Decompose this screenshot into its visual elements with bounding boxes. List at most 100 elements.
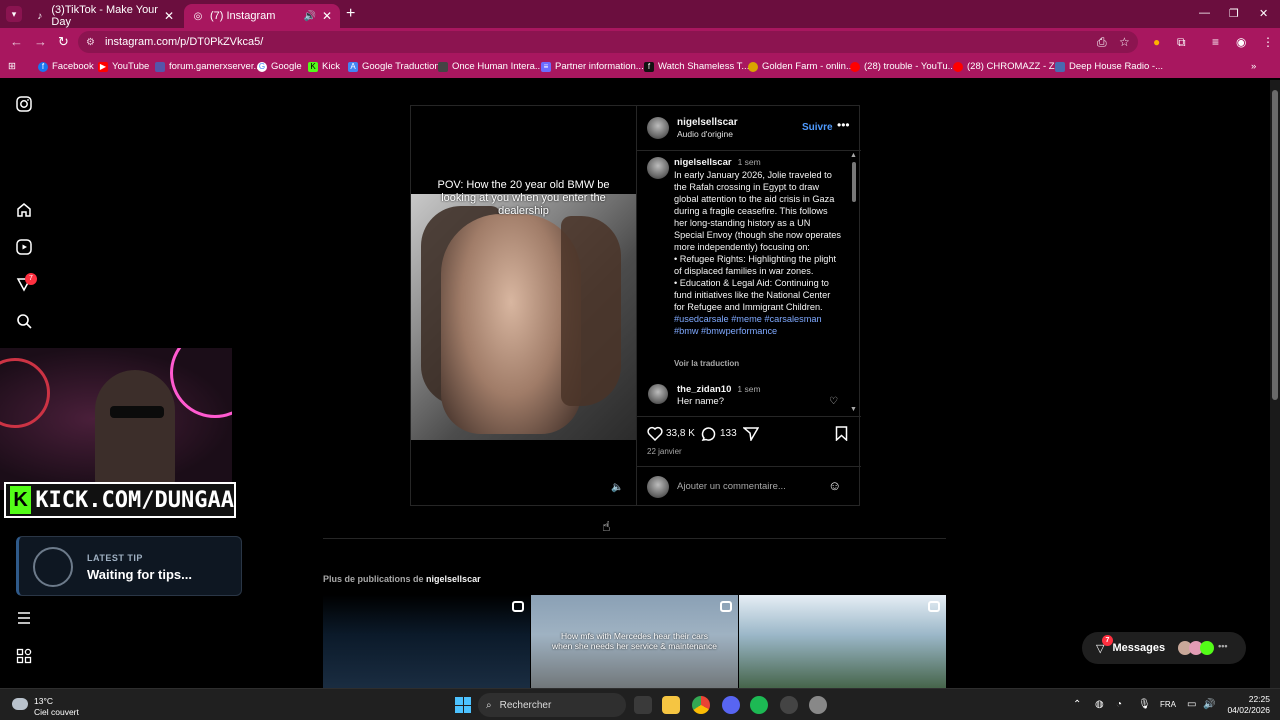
emoji-icon[interactable]: ☺ — [828, 478, 841, 493]
close-tab-icon[interactable]: ✕ — [164, 9, 174, 23]
bookmark-google-translate[interactable]: A Google Traduction — [348, 61, 440, 72]
post-thumbnail[interactable] — [323, 595, 530, 688]
bookmark-youtube-chromazz[interactable]: (28) CHROMAZZ - Z... — [953, 61, 1063, 72]
start-button[interactable] — [455, 697, 471, 713]
video-player[interactable]: POV: How the 20 year old BMW be looking … — [411, 106, 636, 505]
bookmark-forum[interactable]: forum.gamerxserver... — [155, 61, 261, 72]
language-indicator[interactable]: FRA — [1160, 700, 1176, 709]
mute-icon[interactable]: 🔈 — [611, 482, 623, 493]
bookmark-youtube[interactable]: ▶ YouTube — [98, 61, 149, 72]
menu-icon[interactable] — [16, 610, 32, 626]
scroll-thumb[interactable] — [852, 162, 856, 202]
save-button[interactable] — [835, 426, 848, 441]
post-thumbnail[interactable] — [739, 595, 946, 688]
discord-icon[interactable] — [722, 696, 740, 714]
author-name[interactable]: nigelsellscar — [677, 117, 738, 128]
scroll-up-icon[interactable]: ▲ — [850, 152, 857, 159]
comment-button[interactable]: 133 — [701, 426, 737, 441]
reload-button[interactable]: ↻ — [58, 34, 69, 50]
tray-app-icon[interactable]: ◍ — [1095, 699, 1104, 710]
more-options-icon[interactable]: ••• — [837, 118, 850, 132]
share-button[interactable] — [743, 426, 759, 441]
reel-icon — [720, 601, 732, 612]
scroll-thumb[interactable] — [1272, 90, 1278, 400]
bookmark-label: Facebook — [52, 61, 94, 72]
tab-tiktok[interactable]: ♪ (3)TikTok - Make Your Day ✕ — [26, 4, 182, 28]
install-app-icon[interactable]: ⎙ — [1097, 35, 1107, 50]
clock[interactable]: 22:25 04/02/2026 — [1222, 694, 1270, 716]
hashtags[interactable]: #usedcarsale #meme #carsalesman #bmw #bm… — [674, 314, 822, 336]
chrome-icon[interactable] — [692, 696, 710, 714]
neon-decoration — [0, 358, 50, 428]
more-posts-author[interactable]: nigelsellscar — [426, 574, 481, 584]
tray-app-icon[interactable]: ◔ — [1116, 699, 1122, 710]
site-info-icon[interactable]: ⚙ — [86, 37, 95, 48]
bookmark-star-icon[interactable]: ☆ — [1119, 35, 1130, 49]
see-translation-link[interactable]: Voir la traduction — [674, 359, 739, 368]
thumbnail-caption: How mfs with Mercedes hear their cars wh… — [552, 631, 717, 651]
caption-author[interactable]: nigelsellscar 1 sem — [674, 157, 761, 168]
app-icon[interactable] — [780, 696, 798, 714]
audio-label[interactable]: Audio d'origine — [677, 129, 733, 139]
search-icon[interactable] — [16, 313, 32, 329]
profile-avatar[interactable]: ◉ — [1236, 35, 1246, 49]
reels-icon[interactable] — [16, 239, 32, 255]
file-explorer-icon[interactable] — [662, 696, 680, 714]
bookmark-shameless[interactable]: f Watch Shameless T... — [644, 61, 749, 72]
bookmark-golden-farm[interactable]: Golden Farm - onlin... — [748, 61, 854, 72]
post-thumbnail[interactable]: How mfs with Mercedes hear their cars wh… — [531, 595, 738, 688]
more-bookmarks-icon[interactable]: » — [1251, 61, 1256, 72]
video-hair — [561, 216, 621, 406]
apps-grid-icon[interactable]: ⊞ — [8, 61, 16, 72]
tab-instagram[interactable]: ◎ (7) Instagram 🔊 ✕ — [184, 4, 340, 28]
maximize-button[interactable]: ❐ — [1229, 7, 1239, 20]
taskbar-search[interactable]: ⌕ Rechercher — [478, 693, 626, 717]
bookmark-once-human[interactable]: Once Human Intera... — [438, 61, 543, 72]
like-button[interactable]: 33,8 K — [647, 426, 695, 441]
task-view-icon[interactable] — [634, 696, 652, 714]
tray-expand-icon[interactable]: ⌃ — [1073, 699, 1081, 710]
bookmark-facebook[interactable]: f Facebook — [38, 61, 94, 72]
close-tab-icon[interactable]: ✕ — [322, 9, 332, 23]
bookmark-kick[interactable]: K Kick — [308, 61, 340, 72]
like-comment-icon[interactable]: ♡ — [829, 396, 838, 407]
extension-icon[interactable]: ● — [1153, 35, 1160, 49]
bookmark-deep-house[interactable]: Deep House Radio -... — [1055, 61, 1163, 72]
close-window-button[interactable]: ✕ — [1259, 7, 1268, 20]
new-tab-button[interactable]: + — [346, 5, 355, 23]
settings-icon[interactable] — [809, 696, 827, 714]
back-button[interactable]: ← — [10, 34, 23, 49]
scroll-down-icon[interactable]: ▼ — [850, 406, 857, 413]
author-avatar[interactable] — [647, 117, 669, 139]
meta-apps-icon[interactable] — [16, 648, 32, 664]
home-icon[interactable] — [16, 202, 32, 218]
browser-menu-icon[interactable]: ⋮ — [1262, 35, 1274, 49]
audio-playing-icon[interactable]: 🔊 — [304, 11, 316, 22]
bookmark-icon — [835, 426, 848, 441]
forward-button[interactable]: → — [34, 34, 47, 49]
spotify-icon[interactable] — [750, 696, 768, 714]
volume-icon[interactable]: 🔊 — [1203, 699, 1215, 710]
search-icon: ⌕ — [486, 699, 492, 711]
author-avatar[interactable] — [647, 157, 669, 179]
bookmark-partner[interactable]: ≡ Partner information... — [541, 61, 644, 72]
youtube-icon: ▶ — [98, 61, 108, 72]
extensions-puzzle-icon[interactable]: ⧉ — [1177, 35, 1186, 50]
bookmark-youtube-trouble[interactable]: (28) trouble - YouTu... — [850, 61, 956, 72]
tab-search-button[interactable]: ▾ — [6, 6, 22, 22]
messages-button[interactable]: ▽ 7 Messages ••• — [1082, 632, 1246, 664]
page-scrollbar[interactable] — [1270, 80, 1280, 688]
comments-scrollbar[interactable]: ▲ ▼ — [850, 152, 858, 414]
address-bar[interactable]: ⚙ instagram.com/p/DT0PkZVkca5/ — [78, 31, 1138, 53]
commenter-avatar[interactable] — [648, 384, 668, 404]
comment-input[interactable]: Ajouter un commentaire... — [677, 481, 786, 492]
follow-button[interactable]: Suivre — [802, 122, 833, 133]
media-control-icon[interactable]: ≡ — [1212, 35, 1219, 49]
microphone-icon[interactable]: 🎙 — [1138, 699, 1151, 710]
bookmark-google[interactable]: G Google — [257, 61, 302, 72]
notification-badge: 7 — [25, 273, 37, 285]
comment-author[interactable]: the_zidan10 1 sem — [677, 384, 761, 395]
network-icon[interactable]: ▭ — [1187, 699, 1196, 710]
minimize-button[interactable]: — — [1199, 7, 1210, 19]
instagram-logo-icon[interactable] — [16, 96, 32, 112]
